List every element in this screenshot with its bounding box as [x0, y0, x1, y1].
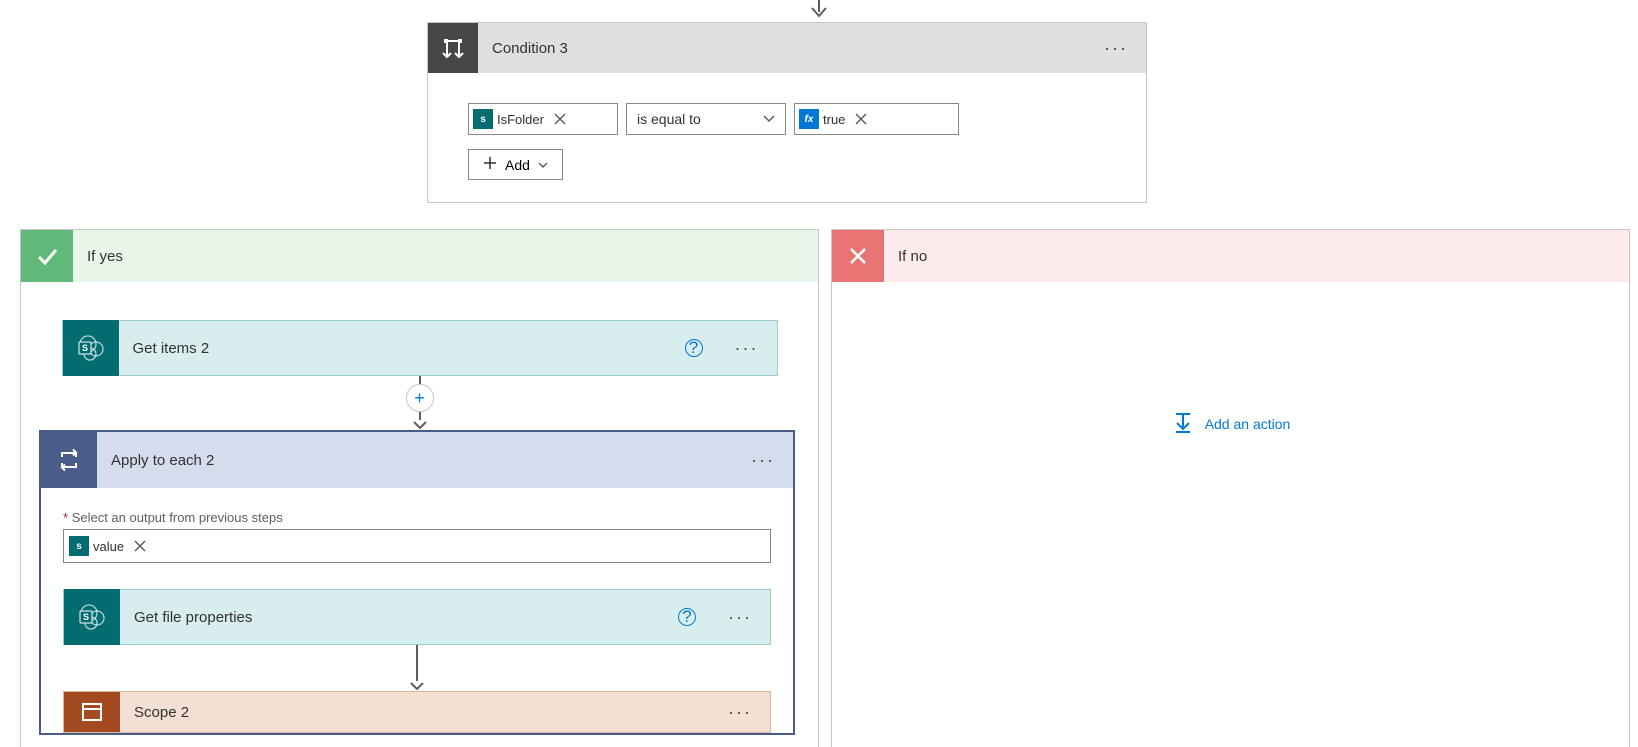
branch-no-header[interactable]: If no [832, 230, 1629, 282]
action-get-items[interactable]: S Get items 2 ? ··· [62, 320, 778, 376]
add-action-button[interactable]: Add an action [1171, 410, 1291, 437]
action-get-file-properties[interactable]: S Get file properties ? ··· [63, 589, 771, 645]
sharepoint-icon: s [69, 536, 89, 556]
fx-icon: fx [799, 109, 819, 129]
apply-to-each-header[interactable]: Apply to each 2 ··· [41, 432, 793, 488]
svg-text:S: S [81, 343, 87, 353]
sharepoint-icon: S [64, 589, 120, 645]
help-icon[interactable]: ? [685, 339, 703, 357]
arrow-down-icon [409, 681, 425, 691]
remove-token-icon[interactable] [853, 111, 869, 127]
action-more-menu[interactable]: ··· [717, 338, 777, 359]
chevron-down-icon [763, 112, 775, 126]
action-more-menu[interactable]: ··· [733, 450, 793, 471]
sharepoint-icon: s [473, 109, 493, 129]
branch-yes-header[interactable]: If yes [21, 230, 818, 282]
flow-connector [63, 645, 771, 691]
scope-icon [64, 691, 120, 733]
condition-icon [428, 23, 478, 73]
arrow-down-icon [412, 420, 428, 430]
chevron-down-icon [538, 158, 548, 172]
apply-each-input[interactable]: s value [63, 529, 771, 563]
condition-right-operand[interactable]: fx true [794, 103, 959, 135]
flow-arrow-top [808, 0, 830, 22]
plus-icon [483, 156, 497, 173]
branch-no: If no Add an action [831, 229, 1630, 747]
add-step-button[interactable]: + [406, 384, 434, 412]
action-scope[interactable]: Scope 2 ··· [63, 691, 771, 733]
remove-token-icon[interactable] [552, 111, 568, 127]
action-more-menu[interactable]: ··· [710, 702, 770, 723]
loop-icon [41, 432, 97, 488]
condition-more-menu[interactable]: ··· [1086, 38, 1146, 59]
condition-left-operand[interactable]: s IsFolder [468, 103, 618, 135]
help-icon[interactable]: ? [678, 608, 696, 626]
flow-connector: + [406, 376, 434, 430]
action-apply-to-each[interactable]: Apply to each 2 ··· * Select an output f… [39, 430, 795, 735]
condition-title: Condition 3 [478, 40, 1086, 57]
remove-token-icon[interactable] [132, 538, 148, 554]
check-icon [21, 230, 73, 282]
sharepoint-icon: S [63, 320, 119, 376]
condition-card[interactable]: Condition 3 ··· s IsFolder is equal to [427, 22, 1147, 203]
condition-header[interactable]: Condition 3 ··· [428, 23, 1146, 73]
add-condition-button[interactable]: Add [468, 149, 563, 180]
action-more-menu[interactable]: ··· [710, 607, 770, 628]
add-action-icon [1171, 410, 1195, 437]
apply-each-field-label: * Select an output from previous steps [63, 510, 771, 525]
svg-text:S: S [83, 612, 89, 622]
branch-yes: If yes S Get items 2 ? [20, 229, 819, 747]
close-icon [832, 230, 884, 282]
condition-operator-select[interactable]: is equal to [626, 103, 786, 135]
